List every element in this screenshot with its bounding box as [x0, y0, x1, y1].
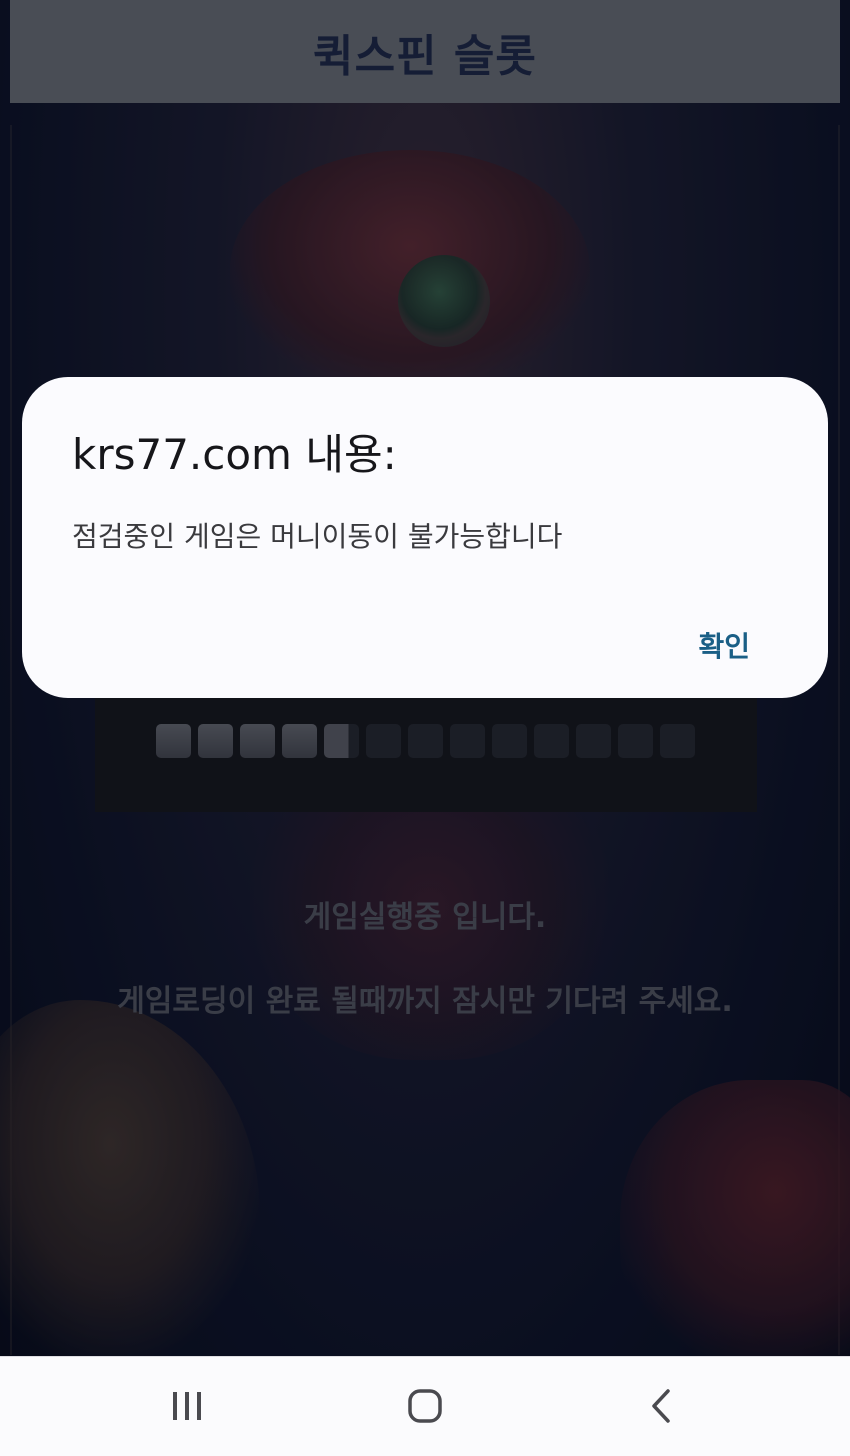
alert-dialog: krs77.com 내용: 점검중인 게임은 머니이동이 불가능합니다 확인 — [22, 377, 828, 698]
system-navigation-bar — [0, 1356, 850, 1456]
dialog-message: 점검중인 게임은 머니이동이 불가능합니다 — [72, 520, 563, 553]
confirm-button[interactable]: 확인 — [698, 625, 750, 665]
recent-apps-button[interactable] — [157, 1383, 217, 1429]
app-screen: 퀵스핀 슬롯 게임실행중 입니다. 게임로딩이 완료 될때까지 잠시만 기다려 … — [0, 0, 850, 1456]
dialog-title: krs77.com 내용: — [72, 430, 397, 479]
home-icon — [408, 1389, 442, 1423]
back-button[interactable] — [633, 1383, 693, 1429]
recent-apps-icon — [173, 1392, 201, 1420]
home-button[interactable] — [395, 1383, 455, 1429]
back-icon — [652, 1389, 670, 1423]
